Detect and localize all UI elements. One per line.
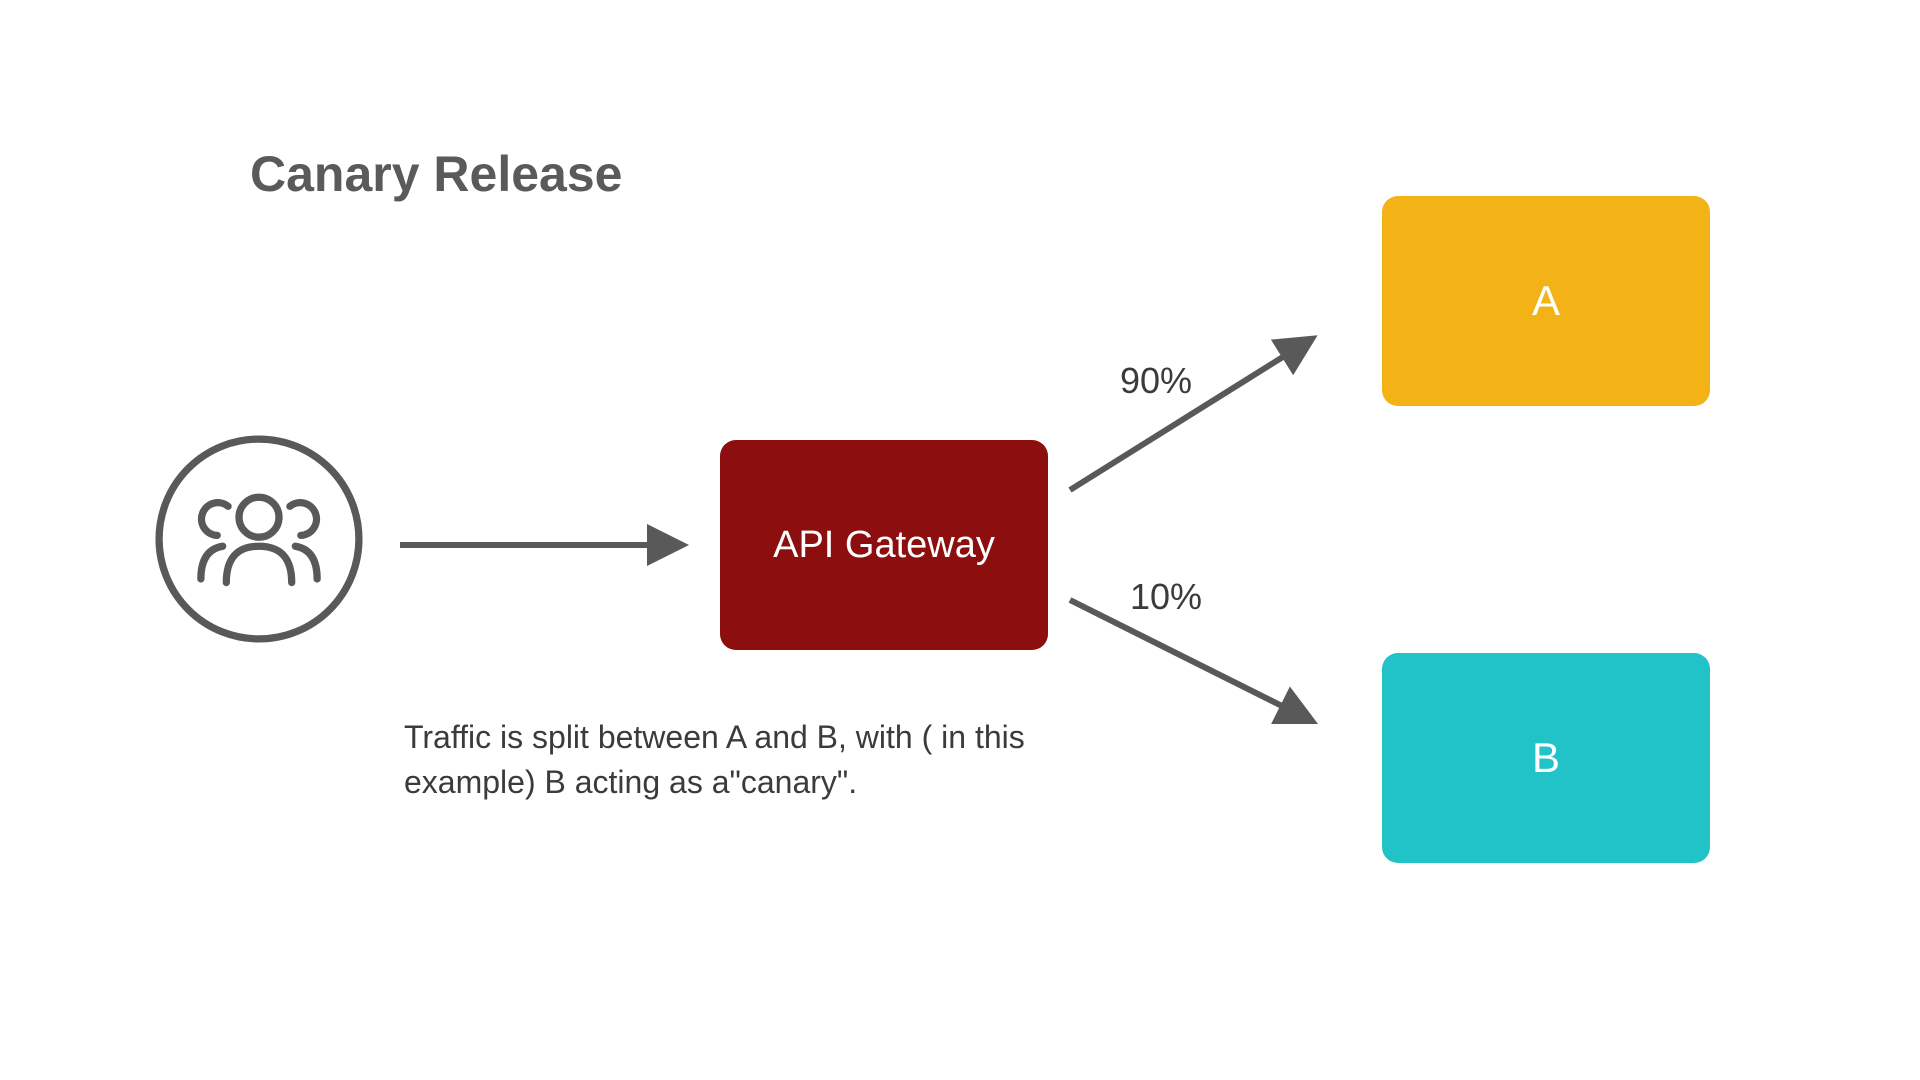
- percent-b-label: 10%: [1130, 576, 1202, 618]
- api-gateway-box: API Gateway: [720, 440, 1048, 650]
- service-a-box: A: [1382, 196, 1710, 406]
- diagram-title: Canary Release: [250, 145, 622, 203]
- arrow-gateway-to-b: [1070, 600, 1310, 720]
- api-gateway-label: API Gateway: [773, 524, 995, 567]
- percent-a-label: 90%: [1120, 360, 1192, 402]
- service-b-label: B: [1532, 734, 1560, 782]
- service-b-box: B: [1382, 653, 1710, 863]
- caption-text: Traffic is split between A and B, with (…: [404, 715, 1044, 805]
- service-a-label: A: [1532, 277, 1560, 325]
- users-icon: [150, 430, 368, 648]
